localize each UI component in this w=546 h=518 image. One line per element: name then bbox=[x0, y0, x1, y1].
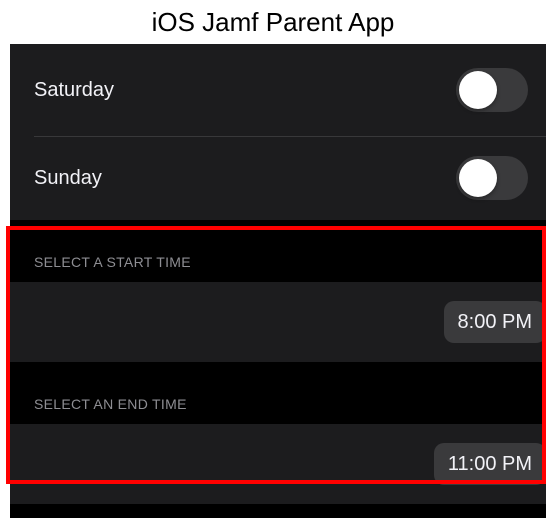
day-label-sunday: Sunday bbox=[34, 167, 102, 189]
end-time-section-header: SELECT AN END TIME bbox=[10, 362, 546, 424]
start-time-row: 8:00 PM bbox=[10, 282, 546, 362]
day-row-saturday: Saturday bbox=[10, 44, 546, 137]
start-time-header-label: SELECT A START TIME bbox=[34, 254, 191, 270]
start-time-picker[interactable]: 8:00 PM bbox=[443, 301, 546, 343]
sunday-toggle[interactable] bbox=[456, 155, 528, 200]
bottom-spacer bbox=[10, 504, 546, 518]
day-label-saturday: Saturday bbox=[34, 79, 115, 101]
toggle-knob bbox=[459, 158, 497, 197]
schedule-settings-screen: Saturday Sunday SELECT A START TIME 8:00… bbox=[10, 44, 546, 518]
end-time-row: 11:00 PM bbox=[10, 424, 546, 504]
day-row-sunday: Sunday bbox=[10, 137, 546, 220]
screenshot-caption: iOS Jamf Parent App bbox=[151, 7, 395, 37]
toggle-knob bbox=[459, 70, 497, 109]
end-time-header-label: SELECT AN END TIME bbox=[34, 396, 187, 412]
end-time-picker[interactable]: 11:00 PM bbox=[433, 443, 546, 485]
start-time-section-header: SELECT A START TIME bbox=[10, 220, 546, 282]
saturday-toggle[interactable] bbox=[456, 67, 528, 112]
